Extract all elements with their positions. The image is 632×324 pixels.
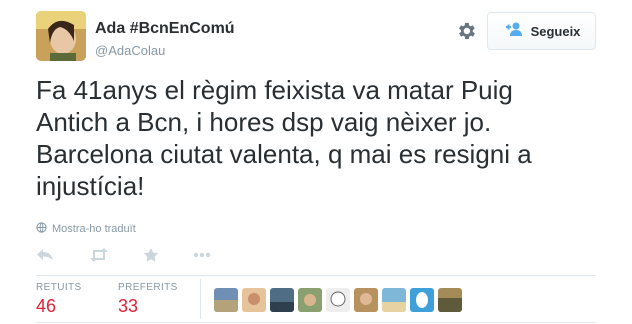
tweet-text: Fa 41anys el règim feixista va matar Pui… <box>36 74 616 202</box>
retweets-stat[interactable]: RETUITS 46 <box>36 282 82 317</box>
follow-person-icon <box>503 21 523 42</box>
follow-button[interactable]: Segueix <box>487 12 596 50</box>
favoriter-avatar[interactable] <box>382 288 406 312</box>
favorites-count: 33 <box>118 296 139 316</box>
favorites-label: PREFERITS <box>118 282 178 293</box>
user-handle[interactable]: @AdaColau <box>95 43 165 58</box>
tweet-line: Antich a Bcn, i hores dsp vaig nèixer jo… <box>36 107 492 137</box>
favoriter-avatar[interactable] <box>354 288 378 312</box>
retweet-icon[interactable] <box>89 245 109 265</box>
favoriter-avatar[interactable] <box>214 288 238 312</box>
favoriter-avatar[interactable] <box>410 288 434 312</box>
globe-icon <box>36 222 47 236</box>
favoriter-avatar[interactable] <box>438 288 462 312</box>
favoriter-avatar[interactable] <box>326 288 350 312</box>
tweet-line: Barcelona ciutat valenta, q mai es resig… <box>36 139 532 169</box>
follow-label: Segueix <box>530 23 581 39</box>
gear-icon[interactable] <box>455 20 477 42</box>
favorites-stat[interactable]: PREFERITS 33 <box>118 282 178 317</box>
translate-label: Mostra-ho traduït <box>52 223 136 235</box>
favorite-icon[interactable] <box>143 245 159 265</box>
favoriters-list <box>214 288 462 312</box>
retweets-label: RETUITS <box>36 282 82 293</box>
tweet-line: injustícia! <box>36 171 145 201</box>
divider <box>36 322 596 323</box>
favoriter-avatar[interactable] <box>298 288 322 312</box>
divider <box>36 275 596 276</box>
avatar[interactable] <box>36 11 86 61</box>
user-name[interactable]: Ada #BcnEnComú <box>95 20 235 38</box>
more-icon[interactable] <box>193 245 211 265</box>
stats-separator <box>200 279 201 319</box>
favoriter-avatar[interactable] <box>242 288 266 312</box>
reply-icon[interactable] <box>36 245 54 265</box>
tweet-line: Fa 41anys el règim feixista va matar Pui… <box>36 75 513 105</box>
translate-link[interactable]: Mostra-ho traduït <box>36 222 136 236</box>
retweets-count: 46 <box>36 296 57 316</box>
favoriter-avatar[interactable] <box>270 288 294 312</box>
